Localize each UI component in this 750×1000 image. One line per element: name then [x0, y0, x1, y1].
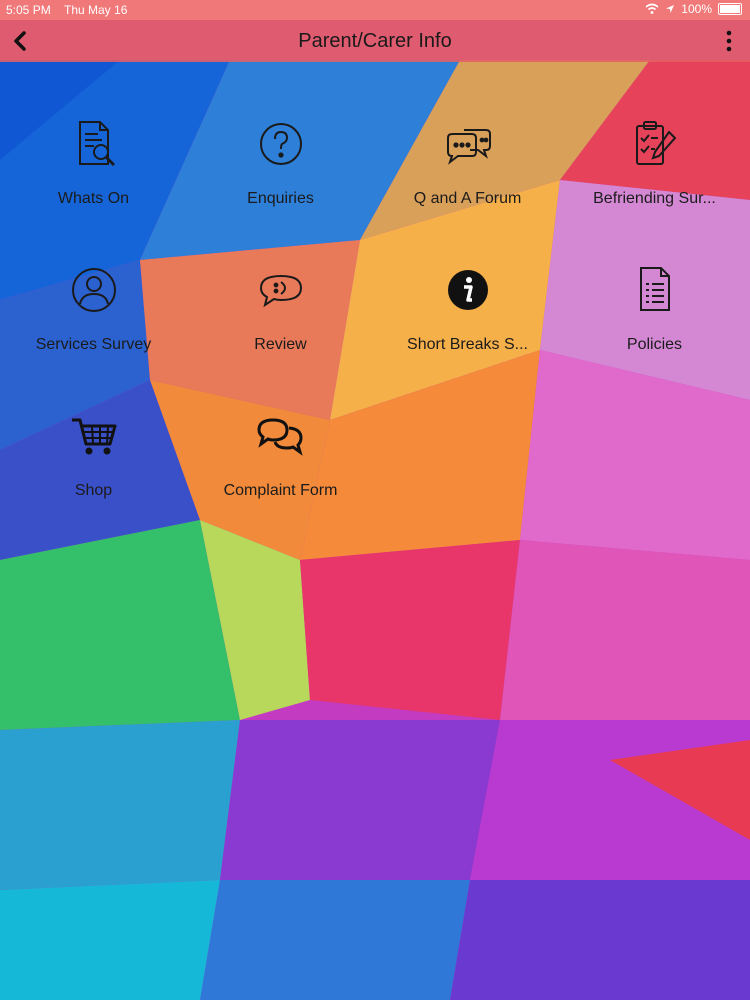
overflow-menu-button[interactable]: [716, 28, 742, 54]
tile-services-survey[interactable]: Services Survey: [0, 256, 187, 366]
status-date: Thu May 16: [64, 3, 128, 17]
tile-label: Shop: [74, 482, 113, 499]
tile-review[interactable]: Review: [187, 256, 374, 366]
document-search-icon: [79, 121, 116, 167]
user-circle-icon: [72, 268, 116, 312]
tile-label: Complaint Form: [223, 482, 338, 499]
tile-short-breaks[interactable]: Short Breaks S...: [374, 256, 561, 366]
tile-complaint-form[interactable]: Complaint Form: [187, 402, 374, 512]
tile-label: Q and A Forum: [413, 190, 522, 207]
status-time: 5:05 PM: [6, 3, 51, 17]
tile-enquiries[interactable]: Enquiries: [187, 110, 374, 220]
shopping-cart-icon: [72, 418, 117, 455]
kebab-menu-icon: [726, 30, 732, 52]
tile-label: Services Survey: [35, 336, 152, 353]
tile-whats-on[interactable]: Whats On: [0, 110, 187, 220]
speech-smile-icon: [259, 274, 303, 308]
page-title: Parent/Carer Info: [298, 30, 452, 52]
clipboard-pen-icon: [636, 121, 677, 165]
location-arrow-icon: [666, 5, 675, 13]
tile-label: Whats On: [57, 190, 130, 207]
tile-policies[interactable]: Policies: [561, 256, 748, 366]
app-bar: Parent/Carer Info: [0, 20, 750, 62]
tile-label: Short Breaks S...: [407, 336, 528, 353]
tile-befriending-survey[interactable]: Befriending Sur...: [561, 110, 748, 220]
tile-label: Policies: [626, 336, 683, 353]
tile-shop[interactable]: Shop: [0, 402, 187, 512]
battery-icon: [718, 3, 742, 15]
tile-label: Review: [254, 336, 307, 353]
tile-q-and-a-forum[interactable]: Q and A Forum: [374, 110, 561, 220]
battery-percent: 100%: [681, 2, 712, 16]
info-circle-icon: [448, 270, 488, 310]
status-indicators: 100%: [645, 2, 742, 16]
document-list-icon: [640, 267, 670, 311]
question-circle-icon: [260, 123, 302, 165]
status-bar: 5:05 PM Thu May 16 100%: [0, 0, 750, 20]
tile-label: Befriending Sur...: [593, 190, 716, 207]
chat-bubbles-icon: [447, 129, 491, 165]
tile-label: Enquiries: [247, 190, 314, 207]
wifi-icon: [645, 3, 659, 14]
comment-bubbles-icon: [257, 418, 303, 456]
